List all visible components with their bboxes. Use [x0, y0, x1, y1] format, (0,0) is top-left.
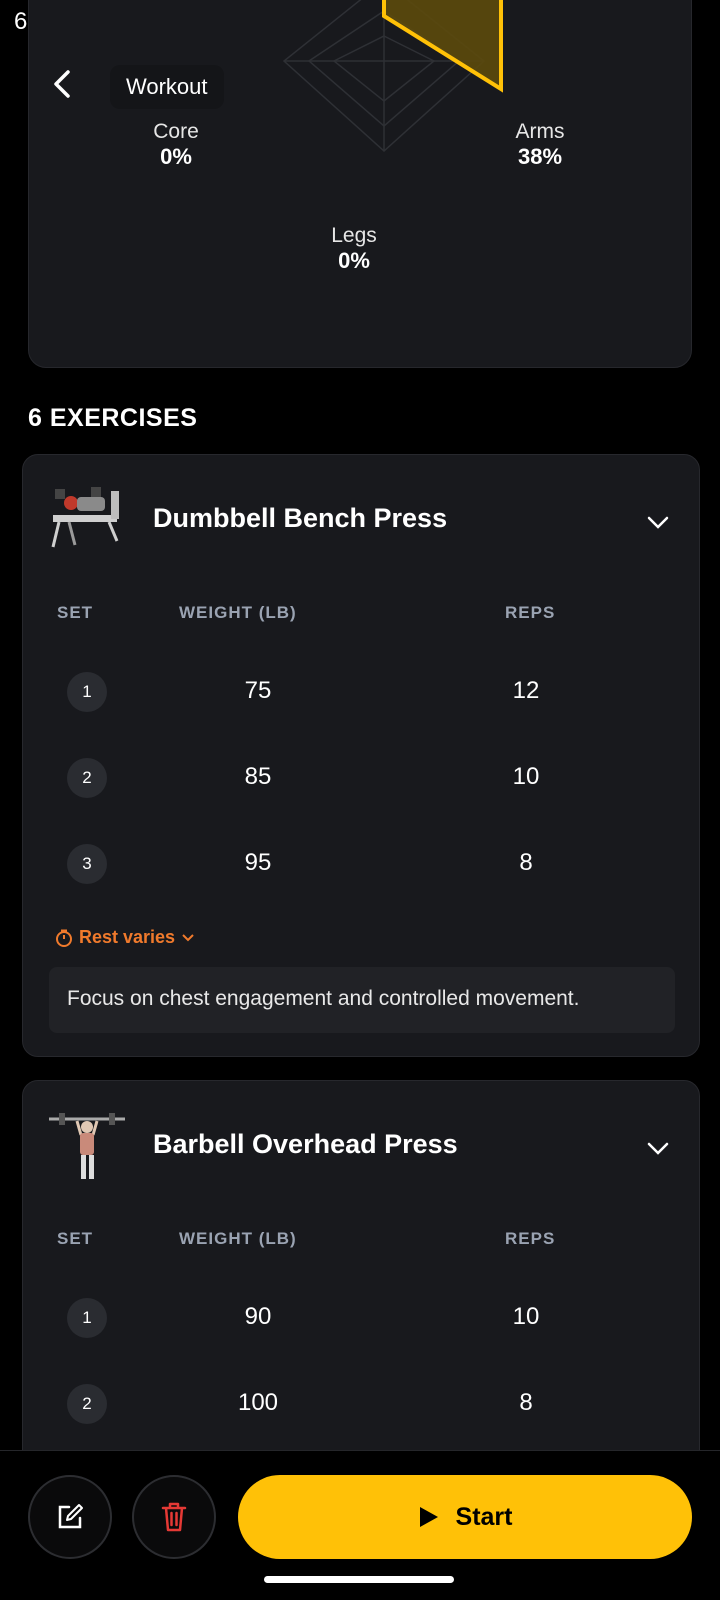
set-reps: 10: [512, 1303, 540, 1330]
set-number: 1: [67, 672, 107, 712]
set-row: 2 85 10: [23, 737, 699, 823]
edit-icon: [58, 1504, 83, 1529]
exercise-header[interactable]: Dumbbell Bench Press: [23, 455, 699, 587]
chevron-down-icon[interactable]: [643, 1133, 673, 1163]
muscle-label: Legs: [331, 224, 377, 247]
set-number: 2: [67, 1384, 107, 1424]
set-row: 3 95 8: [23, 823, 699, 909]
exercise-thumbnail: [51, 487, 119, 548]
set-row: 2 100 8: [23, 1363, 699, 1449]
muscle-summary-card: [28, 0, 692, 368]
chevron-down-icon[interactable]: [643, 507, 673, 537]
exercise-thumbnail: [49, 1113, 125, 1179]
chevron-down-icon: [182, 933, 194, 941]
muscle-value: 38%: [517, 144, 563, 169]
muscle-radar-chart: [282, 0, 503, 153]
set-reps: 8: [519, 849, 533, 876]
column-set: SET: [57, 603, 94, 622]
play-icon: [419, 1507, 438, 1527]
muscle-value: 0%: [338, 248, 370, 273]
start-label: Start: [455, 1502, 513, 1531]
exercise-card: Dumbbell Bench Press SET WEIGHT (LB) REP…: [22, 454, 700, 1057]
set-row: 1 75 12: [23, 651, 699, 737]
set-weight: 90: [244, 1303, 272, 1330]
muscle-label: Arms: [515, 120, 565, 143]
set-reps: 8: [519, 1389, 533, 1416]
home-indicator[interactable]: [264, 1576, 454, 1583]
set-weight: 100: [237, 1389, 279, 1416]
timer-icon: [56, 929, 72, 947]
exercise-header[interactable]: Barbell Overhead Press: [23, 1081, 699, 1213]
set-weight: 85: [244, 763, 272, 790]
set-weight: 75: [244, 677, 272, 704]
muscle-label: Core: [153, 120, 199, 143]
edit-button[interactable]: [28, 1475, 112, 1559]
column-weight: WEIGHT (LB): [179, 1229, 297, 1248]
set-reps: 12: [512, 677, 540, 704]
start-button[interactable]: Start: [238, 1475, 692, 1559]
exercise-note: Focus on chest engagement and controlled…: [49, 967, 675, 1033]
column-weight: WEIGHT (LB): [179, 603, 297, 622]
exercise-name: Barbell Overhead Press: [153, 1129, 458, 1159]
set-weight: 95: [244, 849, 272, 876]
page-title: Workout: [110, 65, 224, 109]
back-button[interactable]: [40, 62, 84, 106]
muscle-core: Core 0%: [150, 120, 202, 170]
muscle-value: 0%: [160, 144, 192, 169]
column-reps: REPS: [505, 1229, 556, 1248]
exercises-heading: 6 EXERCISES: [28, 404, 198, 432]
set-number: 1: [67, 1298, 107, 1338]
muscle-legs: Legs 0%: [322, 224, 386, 274]
muscle-arms: Arms 38%: [505, 120, 575, 170]
delete-button[interactable]: [132, 1475, 216, 1559]
back-arrow-icon: [54, 70, 70, 98]
column-reps: REPS: [505, 603, 556, 622]
set-reps: 10: [512, 763, 540, 790]
trash-icon: [161, 1502, 187, 1532]
rest-label: Rest varies: [79, 927, 176, 947]
set-number: 2: [67, 758, 107, 798]
column-set: SET: [57, 1229, 94, 1248]
exercise-card: Barbell Overhead Press SET WEIGHT (LB) R…: [22, 1080, 700, 1500]
exercise-name: Dumbbell Bench Press: [153, 503, 448, 533]
rest-dropdown[interactable]: Rest varies: [55, 927, 195, 948]
set-number: 3: [67, 844, 107, 884]
set-row: 1 90 10: [23, 1277, 699, 1363]
